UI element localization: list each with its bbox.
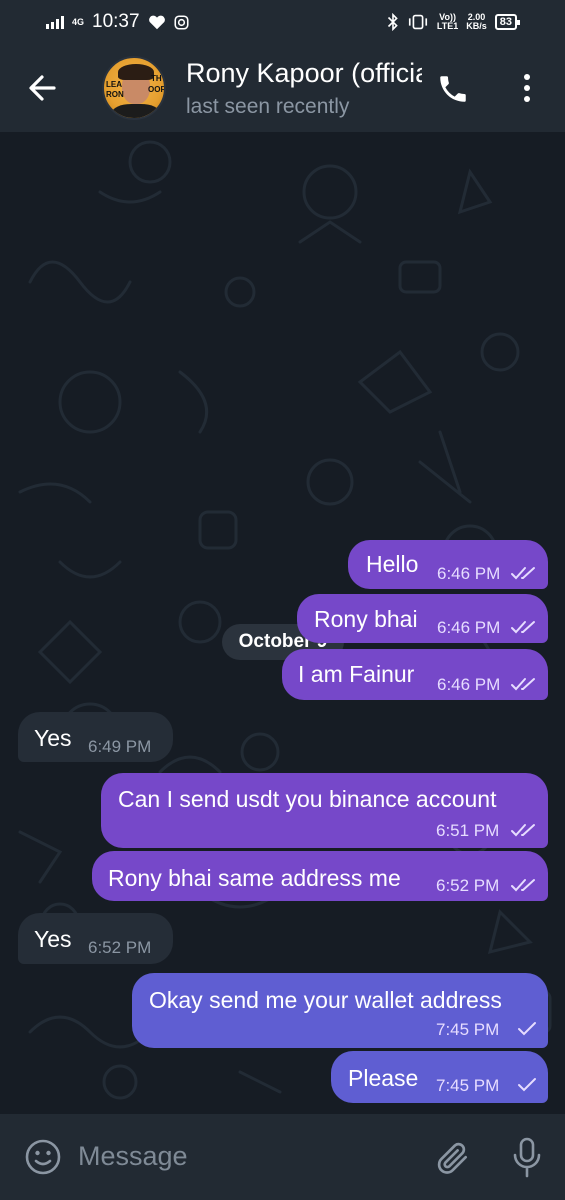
- microphone-icon: [513, 1137, 541, 1178]
- contact-status: last seen recently: [186, 95, 350, 118]
- message-bubble-outgoing[interactable]: Can I send usdt you binance account 6:51…: [101, 773, 548, 848]
- avatar-shirt: [112, 104, 160, 118]
- message-time: 7:45 PM: [436, 1076, 500, 1095]
- heart-icon: [148, 15, 165, 30]
- chat-area[interactable]: October 9 Hello 6:46 PM Rony bhai 6:46 P…: [0, 132, 565, 1114]
- message-bubble-outgoing[interactable]: Rony bhai 6:46 PM: [297, 594, 548, 643]
- battery-icon: 83: [494, 14, 521, 30]
- double-check-icon: [511, 621, 535, 634]
- message-text: I am Fainur: [298, 661, 415, 687]
- message-bubble-outgoing[interactable]: Hello 6:46 PM: [348, 540, 548, 589]
- message-time: 6:46 PM: [437, 564, 501, 583]
- speed-unit: KB/s: [466, 21, 487, 31]
- message-bubble-incoming[interactable]: Yes 6:52 PM: [18, 913, 173, 964]
- message-text: Can I send usdt you binance account: [118, 786, 497, 812]
- contact-name[interactable]: Rony Kapoor (official): [186, 58, 422, 92]
- network-speed: 2.00 KB/s: [466, 13, 487, 31]
- message-bubble-incoming[interactable]: Yes 6:49 PM: [18, 712, 173, 762]
- message-text: Okay send me your wallet address: [149, 987, 502, 1013]
- message-composer: [0, 1114, 565, 1200]
- phone-icon: [440, 76, 466, 102]
- message-text: Yes: [34, 725, 72, 751]
- lte-label: LTE1: [436, 21, 459, 31]
- avatar[interactable]: LEA RON TH OOR: [102, 56, 166, 120]
- smiley-icon: [25, 1139, 61, 1175]
- instagram-icon: [174, 14, 189, 30]
- avatar-text: LEA: [106, 80, 122, 89]
- double-check-icon: [511, 879, 535, 892]
- double-check-icon: [511, 678, 535, 691]
- avatar-text: OOR: [148, 85, 166, 94]
- arrow-left-icon: [29, 75, 56, 101]
- chat-header: LEA RON TH OOR Rony Kapoor (official) la…: [0, 44, 565, 132]
- status-bar-left: 4G 10:37: [46, 11, 189, 33]
- voice-record-button[interactable]: [512, 1136, 542, 1180]
- attach-button[interactable]: [434, 1138, 472, 1178]
- message-bubble-outgoing[interactable]: Rony bhai same address me 6:52 PM: [92, 851, 548, 901]
- double-check-icon: [511, 567, 535, 580]
- message-time: 6:52 PM: [88, 938, 152, 957]
- message-text: Yes: [34, 926, 72, 952]
- message-text: Please: [348, 1065, 419, 1091]
- volte-indicator: Vo)) LTE1: [437, 13, 458, 31]
- message-time: 6:46 PM: [437, 618, 501, 637]
- network-type: 4G: [72, 16, 85, 27]
- message-text: Rony bhai: [314, 606, 418, 632]
- battery-level: 83: [499, 16, 512, 28]
- vibrate-icon: [408, 14, 427, 30]
- more-vertical-icon: [524, 74, 530, 102]
- status-bar: 4G 10:37 Vo)) LTE1 2.00 KB/s 83: [0, 0, 565, 44]
- back-button[interactable]: [22, 72, 62, 104]
- status-time: 10:37: [92, 11, 140, 32]
- avatar-hair: [118, 64, 154, 80]
- avatar-text: RON: [106, 90, 124, 99]
- message-bubble-outgoing[interactable]: Okay send me your wallet address 7:45 PM: [132, 973, 548, 1048]
- paperclip-icon: [437, 1142, 468, 1174]
- message-text: Rony bhai same address me: [108, 865, 401, 891]
- signal-strength-icon: [46, 15, 64, 29]
- message-time: 6:49 PM: [88, 737, 152, 756]
- single-check-icon: [518, 1078, 536, 1092]
- message-input[interactable]: [78, 1134, 408, 1178]
- message-time: 6:51 PM: [436, 821, 500, 840]
- message-text: Hello: [366, 551, 419, 577]
- more-menu-button[interactable]: [516, 70, 538, 106]
- double-check-icon: [511, 824, 535, 837]
- call-button[interactable]: [436, 72, 470, 106]
- message-time: 7:45 PM: [436, 1020, 500, 1039]
- message-bubble-outgoing[interactable]: I am Fainur 6:46 PM: [282, 649, 548, 700]
- single-check-icon: [518, 1022, 536, 1036]
- message-bubble-outgoing[interactable]: Please 7:45 PM: [331, 1051, 548, 1103]
- message-time: 6:52 PM: [436, 876, 500, 895]
- message-time: 6:46 PM: [437, 675, 501, 694]
- bluetooth-icon: [387, 13, 398, 31]
- emoji-button[interactable]: [24, 1138, 62, 1176]
- status-bar-right: Vo)) LTE1 2.00 KB/s 83: [387, 13, 521, 31]
- avatar-text: TH: [151, 74, 162, 83]
